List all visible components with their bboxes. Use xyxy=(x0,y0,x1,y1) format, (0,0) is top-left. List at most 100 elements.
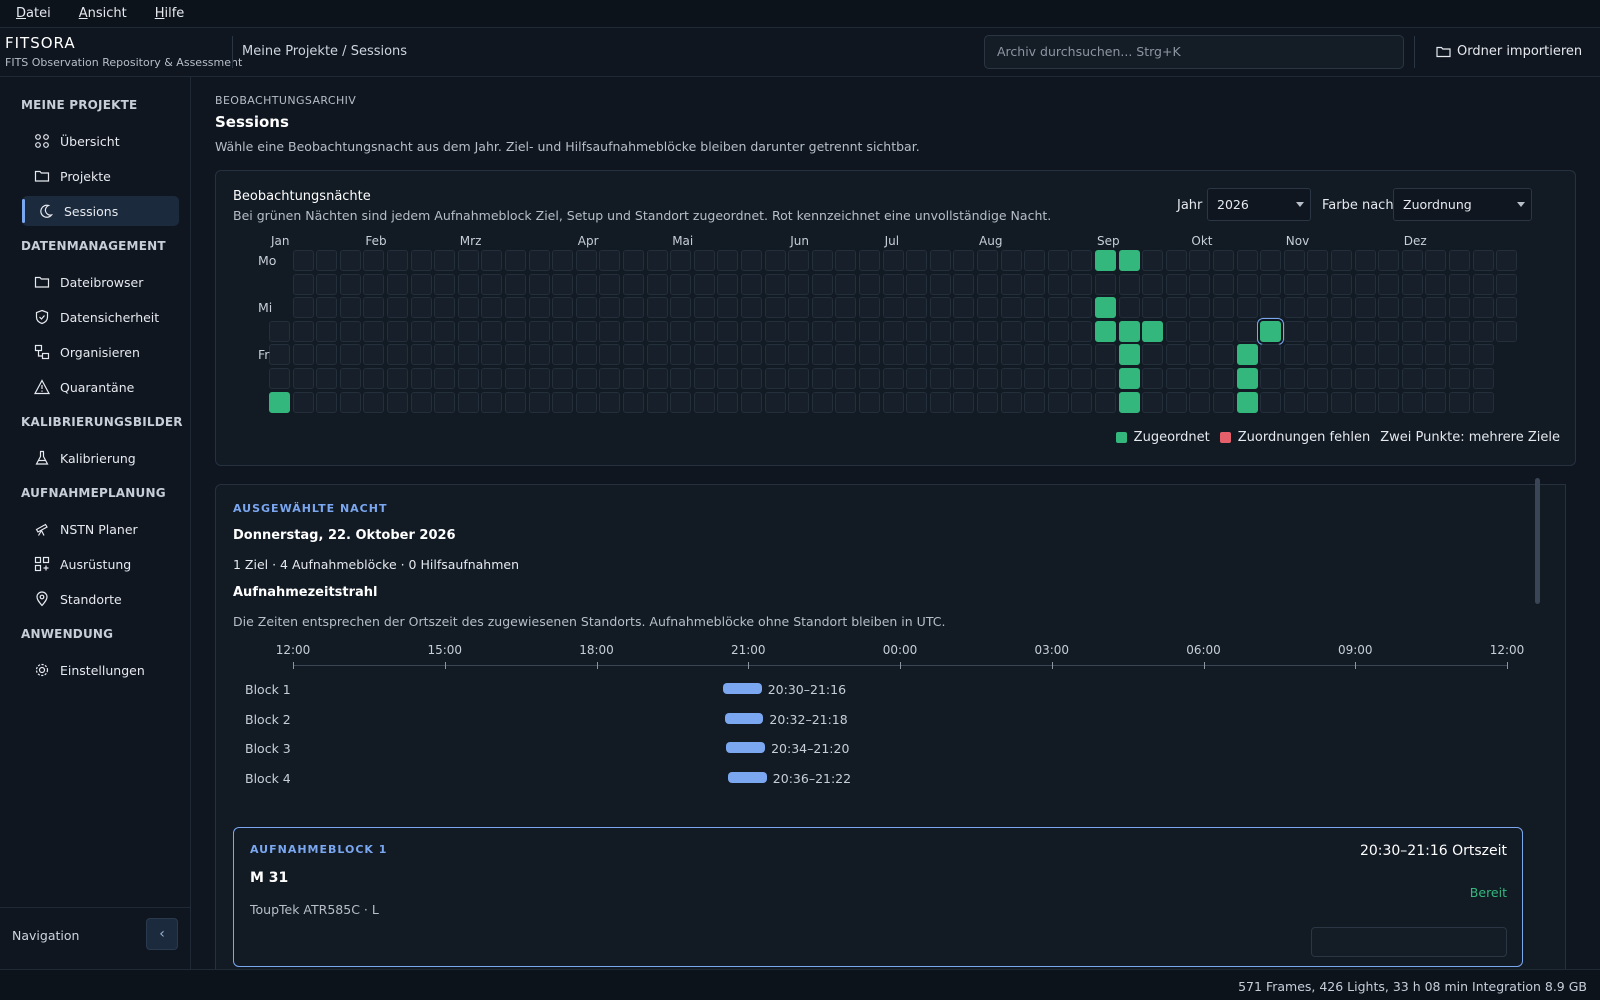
night-cell[interactable] xyxy=(528,368,550,389)
night-cell[interactable] xyxy=(434,320,456,342)
night-cell[interactable] xyxy=(1142,273,1164,295)
night-cell[interactable] xyxy=(1095,320,1116,342)
night-cell[interactable] xyxy=(1378,344,1400,366)
night-cell[interactable] xyxy=(1118,320,1140,342)
night-cell[interactable] xyxy=(977,391,998,413)
night-cell[interactable] xyxy=(646,250,668,271)
sidebar-item-kalibrierung[interactable]: Kalibrierung xyxy=(22,443,179,473)
night-cell[interactable] xyxy=(741,391,762,413)
night-cell[interactable] xyxy=(977,368,998,389)
night-cell[interactable] xyxy=(1095,344,1116,366)
night-cell[interactable] xyxy=(1213,368,1234,389)
night-cell[interactable] xyxy=(1378,273,1400,295)
night-cell[interactable] xyxy=(1213,273,1234,295)
night-cell[interactable] xyxy=(292,250,314,271)
night-cell[interactable] xyxy=(977,297,998,319)
night-cell[interactable] xyxy=(363,250,385,271)
night-cell[interactable] xyxy=(1165,297,1187,319)
night-cell[interactable] xyxy=(741,297,762,319)
import-folder-button[interactable]: Ordner importieren xyxy=(1436,44,1582,59)
night-cell[interactable] xyxy=(882,320,904,342)
content-scrollbar[interactable] xyxy=(1535,478,1540,604)
night-cell[interactable] xyxy=(1236,297,1258,319)
night-cell[interactable] xyxy=(575,297,597,319)
night-cell[interactable] xyxy=(1425,297,1447,319)
night-cell[interactable] xyxy=(505,344,526,366)
night-cell[interactable] xyxy=(1189,368,1211,389)
night-cell[interactable] xyxy=(505,320,526,342)
night-cell[interactable] xyxy=(1496,297,1518,319)
night-cell[interactable] xyxy=(1307,368,1329,389)
night-cell[interactable] xyxy=(693,250,715,271)
night-cell[interactable] xyxy=(1047,273,1069,295)
night-cell[interactable] xyxy=(623,273,644,295)
night-cell[interactable] xyxy=(1189,344,1211,366)
night-cell[interactable] xyxy=(1472,368,1494,389)
night-cell[interactable] xyxy=(1165,250,1187,271)
color-by-select[interactable]: Zuordnung xyxy=(1393,188,1532,221)
sidebar-item-ausruestung[interactable]: Ausrüstung xyxy=(22,549,179,579)
night-cell[interactable] xyxy=(1000,344,1022,366)
night-cell[interactable] xyxy=(481,250,503,271)
night-cell[interactable] xyxy=(882,273,904,295)
night-cell[interactable] xyxy=(1000,297,1022,319)
night-cell[interactable] xyxy=(387,368,408,389)
night-cell[interactable] xyxy=(1095,250,1116,271)
night-cell[interactable] xyxy=(1260,297,1282,319)
night-cell[interactable] xyxy=(457,297,479,319)
night-cell[interactable] xyxy=(1449,391,1470,413)
night-cell[interactable] xyxy=(339,273,361,295)
night-cell[interactable] xyxy=(1425,273,1447,295)
night-cell[interactable] xyxy=(457,391,479,413)
night-cell[interactable] xyxy=(788,297,810,319)
night-cell[interactable] xyxy=(717,273,739,295)
night-cell[interactable] xyxy=(339,391,361,413)
night-cell[interactable] xyxy=(623,368,644,389)
night-cell[interactable] xyxy=(410,273,432,295)
night-cell[interactable] xyxy=(481,368,503,389)
night-cell[interactable] xyxy=(1449,273,1470,295)
night-cell[interactable] xyxy=(717,297,739,319)
capture-block-card[interactable]: AUFNAHMEBLOCK 1 M 31 ToupTek ATR585C · L… xyxy=(233,827,1523,967)
night-cell[interactable] xyxy=(1213,297,1234,319)
night-cell[interactable] xyxy=(1024,273,1046,295)
night-cell[interactable] xyxy=(1283,320,1305,342)
night-cell[interactable] xyxy=(717,320,739,342)
night-cell[interactable] xyxy=(1189,250,1211,271)
night-cell[interactable] xyxy=(1449,250,1470,271)
night-cell[interactable] xyxy=(882,368,904,389)
night-cell[interactable] xyxy=(552,273,574,295)
night-cell[interactable] xyxy=(1354,250,1376,271)
night-cell[interactable] xyxy=(339,250,361,271)
night-cell[interactable] xyxy=(929,250,951,271)
night-cell[interactable] xyxy=(316,250,338,271)
night-cell[interactable] xyxy=(1118,368,1140,389)
night-cell[interactable] xyxy=(434,391,456,413)
night-cell[interactable] xyxy=(906,368,928,389)
night-cell[interactable] xyxy=(1047,297,1069,319)
night-cell[interactable] xyxy=(269,368,290,389)
night-cell[interactable] xyxy=(1047,368,1069,389)
night-cell[interactable] xyxy=(717,368,739,389)
search-input[interactable]: Archiv durchsuchen... Strg+K xyxy=(984,35,1404,69)
night-cell[interactable] xyxy=(552,344,574,366)
night-cell[interactable] xyxy=(1283,391,1305,413)
night-cell[interactable] xyxy=(292,344,314,366)
menu-hilfe[interactable]: Hilfe xyxy=(155,6,185,21)
night-cell[interactable] xyxy=(929,344,951,366)
night-cell[interactable] xyxy=(410,297,432,319)
night-cell[interactable] xyxy=(953,391,975,413)
night-cell[interactable] xyxy=(1425,391,1447,413)
night-cell[interactable] xyxy=(434,368,456,389)
night-cell[interactable] xyxy=(1165,391,1187,413)
night-cell[interactable] xyxy=(1189,391,1211,413)
night-cell[interactable] xyxy=(1142,368,1164,389)
night-cell[interactable] xyxy=(1213,250,1234,271)
night-cell[interactable] xyxy=(1425,344,1447,366)
night-cell[interactable] xyxy=(410,391,432,413)
night-cell[interactable] xyxy=(505,297,526,319)
night-cell[interactable] xyxy=(1449,368,1470,389)
night-cell[interactable] xyxy=(1260,320,1282,342)
night-cell[interactable] xyxy=(670,344,692,366)
night-cell[interactable] xyxy=(835,344,857,366)
